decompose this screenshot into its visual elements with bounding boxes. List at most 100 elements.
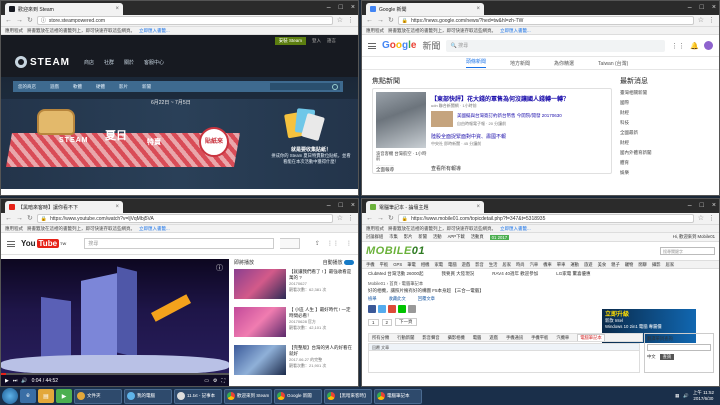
report-link[interactable]: 檢舉	[368, 296, 377, 302]
tab-local[interactable]: 地方新聞	[510, 60, 530, 67]
video-item[interactable]: 【就讓我們看了 ! 】最強收看是萬的 ? 20170627 觀看次數：62,38…	[234, 269, 354, 303]
sidebar-item[interactable]: 臺灣相關新聞	[620, 88, 710, 98]
forward-icon[interactable]: →	[377, 17, 384, 25]
apps-grid-icon[interactable]: ⋮⋮	[327, 240, 339, 247]
category-item[interactable]: 旅遊	[584, 262, 593, 268]
back-icon[interactable]: ←	[5, 215, 12, 223]
category-item[interactable]: 居家	[502, 262, 511, 268]
category-item[interactable]: 遊戲	[462, 262, 471, 268]
video-item[interactable]: 【 小區 人生 】最好時代 ! 一定時間必看！ 20170628 官方 觀看次數…	[234, 307, 354, 341]
top-link[interactable]: 新聞	[418, 234, 427, 240]
storebar-item[interactable]: 您的商店	[18, 84, 36, 90]
forum-tab-active[interactable]: 電腦筆記本	[577, 334, 605, 341]
forum-tab[interactable]: 汽機車	[556, 335, 569, 341]
page-link[interactable]: 1	[368, 318, 379, 326]
taskbar-item[interactable]: 我的電腦	[124, 388, 172, 404]
media-icon[interactable]: ▶	[56, 389, 72, 403]
dictionary-search-button[interactable]: 查詢	[659, 354, 675, 360]
sidebar-item[interactable]: 體育	[620, 158, 710, 168]
sub-story-link[interactable]: 美國擬與台灣簽訂約新台幣售 今開院/開發 20170630	[457, 113, 562, 119]
captions-icon[interactable]: ▭	[204, 378, 209, 384]
top-link[interactable]: 影片	[404, 234, 413, 240]
category-item[interactable]: 閒聊	[638, 262, 647, 268]
promo-link[interactable]: RAV4 40週年 歡迎參加	[492, 271, 538, 277]
video-thumbnail[interactable]	[234, 345, 286, 375]
mobile01-logo[interactable]: MOBILE01	[366, 245, 425, 257]
close-window-icon[interactable]: ×	[712, 3, 716, 12]
storebar-item[interactable]: 影片	[119, 84, 128, 90]
taskbar-item[interactable]: 文件夾	[74, 388, 122, 404]
sidebar-item[interactable]: 娛樂	[620, 168, 710, 178]
url-input[interactable]: 🔒 https://www.youtube.com/watch?v=ljVqMb…	[36, 214, 333, 223]
apps-label[interactable]: 應用程式	[366, 28, 384, 34]
headline-link[interactable]: 【東部快評】花大錢的軍售為何沒讓國人錢轉一轉？	[431, 94, 569, 103]
maximize-icon[interactable]: □	[339, 201, 343, 210]
story-image[interactable]	[376, 92, 426, 148]
clock[interactable]: 上午 11:52 2017/6/30	[693, 390, 714, 402]
category-item[interactable]: 機車	[543, 262, 552, 268]
import-bookmarks-link[interactable]: 立即匯入書籤...	[500, 28, 531, 34]
storebar-item[interactable]: 軟體	[73, 84, 82, 90]
sidebar-item[interactable]: 科技	[620, 118, 710, 128]
network-icon[interactable]: ▦	[675, 393, 679, 399]
facebook-icon[interactable]	[368, 305, 376, 313]
storebar-item[interactable]: 新聞	[142, 84, 151, 90]
forward-icon[interactable]: →	[16, 215, 23, 223]
star-icon[interactable]: ☆	[698, 17, 704, 25]
minimize-icon[interactable]: –	[688, 201, 692, 210]
tab-google-news[interactable]: Google 新聞 ×	[366, 3, 484, 15]
star-icon[interactable]: ☆	[337, 17, 343, 25]
close-window-icon[interactable]: ×	[351, 3, 355, 12]
maximize-icon[interactable]: □	[339, 3, 343, 12]
taskbar-item[interactable]: 電腦筆記本	[374, 388, 422, 404]
video-title[interactable]: 【 小區 人生 】最好時代 ! 一定時間必看！	[289, 307, 354, 319]
notifications-icon[interactable]: 🔔	[690, 42, 699, 50]
tab-top-stories[interactable]: 頭條新聞	[466, 58, 487, 68]
minimize-icon[interactable]: –	[327, 201, 331, 210]
reload-icon[interactable]: ↻	[27, 17, 33, 25]
sidebar-item[interactable]: 國際	[620, 98, 710, 108]
url-input[interactable]: 🔒 https://news.google.com/news/?hed=tw&h…	[397, 16, 694, 25]
category-item[interactable]: 平板	[380, 262, 389, 268]
reload-icon[interactable]: ↻	[27, 215, 33, 223]
category-item[interactable]: 美食	[598, 262, 607, 268]
language-link[interactable]: 語言	[327, 38, 336, 44]
category-item[interactable]: 筆電	[407, 262, 416, 268]
top-link[interactable]: 活動頁	[471, 234, 484, 240]
maximize-icon[interactable]: □	[700, 201, 704, 210]
back-icon[interactable]: ←	[366, 215, 373, 223]
top-link[interactable]: 市集	[389, 234, 398, 240]
news-search-input[interactable]: 🔍 搜尋	[446, 39, 666, 52]
import-bookmarks-link[interactable]: 立即匯入書籤...	[139, 28, 170, 34]
sidebar-item[interactable]: 財經	[620, 138, 710, 148]
start-button[interactable]	[2, 388, 18, 404]
category-item[interactable]: 單車	[557, 262, 566, 268]
taskbar-item[interactable]: Google 新聞	[274, 388, 322, 404]
event-badge[interactable]: 01 2017	[489, 234, 510, 240]
steam-logo[interactable]: STEAM	[15, 56, 70, 68]
video-title[interactable]: 【就讓我們看了 ! 】最強收看是萬的 ?	[289, 269, 354, 281]
close-tab-icon[interactable]: ×	[476, 204, 480, 210]
back-icon[interactable]: ←	[5, 17, 12, 25]
forward-icon[interactable]: →	[16, 17, 23, 25]
reply-link[interactable]: 回覆文章	[418, 296, 435, 302]
import-bookmarks-link[interactable]: 立即匯入書籤...	[139, 226, 170, 232]
forum-tab[interactable]: 攝影相機	[448, 335, 465, 341]
category-item[interactable]: 親子	[611, 262, 620, 268]
nav-community[interactable]: 社群	[104, 59, 114, 66]
video-item[interactable]: 【完整版】台灣的男人的好看在就好 2017.06.27 的完整 觀看次數：21,…	[234, 345, 354, 379]
page-link[interactable]: 2	[381, 318, 393, 326]
more-icon[interactable]: ⋮	[346, 240, 352, 247]
sub-story-thumbnail[interactable]	[431, 111, 453, 127]
url-input[interactable]: 🔒 https://www.mobile01.com/topicdetail.p…	[397, 214, 694, 223]
back-icon[interactable]: ←	[366, 17, 373, 25]
favorite-link[interactable]: 收藏此文	[389, 296, 406, 302]
apps-label[interactable]: 應用程式	[5, 226, 23, 232]
promo-link[interactable]: 我要買 大陸現況	[442, 271, 475, 277]
forum-tab[interactable]: 電腦	[473, 335, 482, 341]
full-coverage-link[interactable]: 全面報導	[376, 165, 394, 173]
folder-icon[interactable]: ▤	[38, 389, 54, 403]
tab-mobile01[interactable]: 電腦筆記本 - 論壇主題 ×	[366, 201, 484, 213]
twitter-icon[interactable]	[378, 305, 386, 313]
upload-icon[interactable]: ⇪	[315, 240, 320, 247]
